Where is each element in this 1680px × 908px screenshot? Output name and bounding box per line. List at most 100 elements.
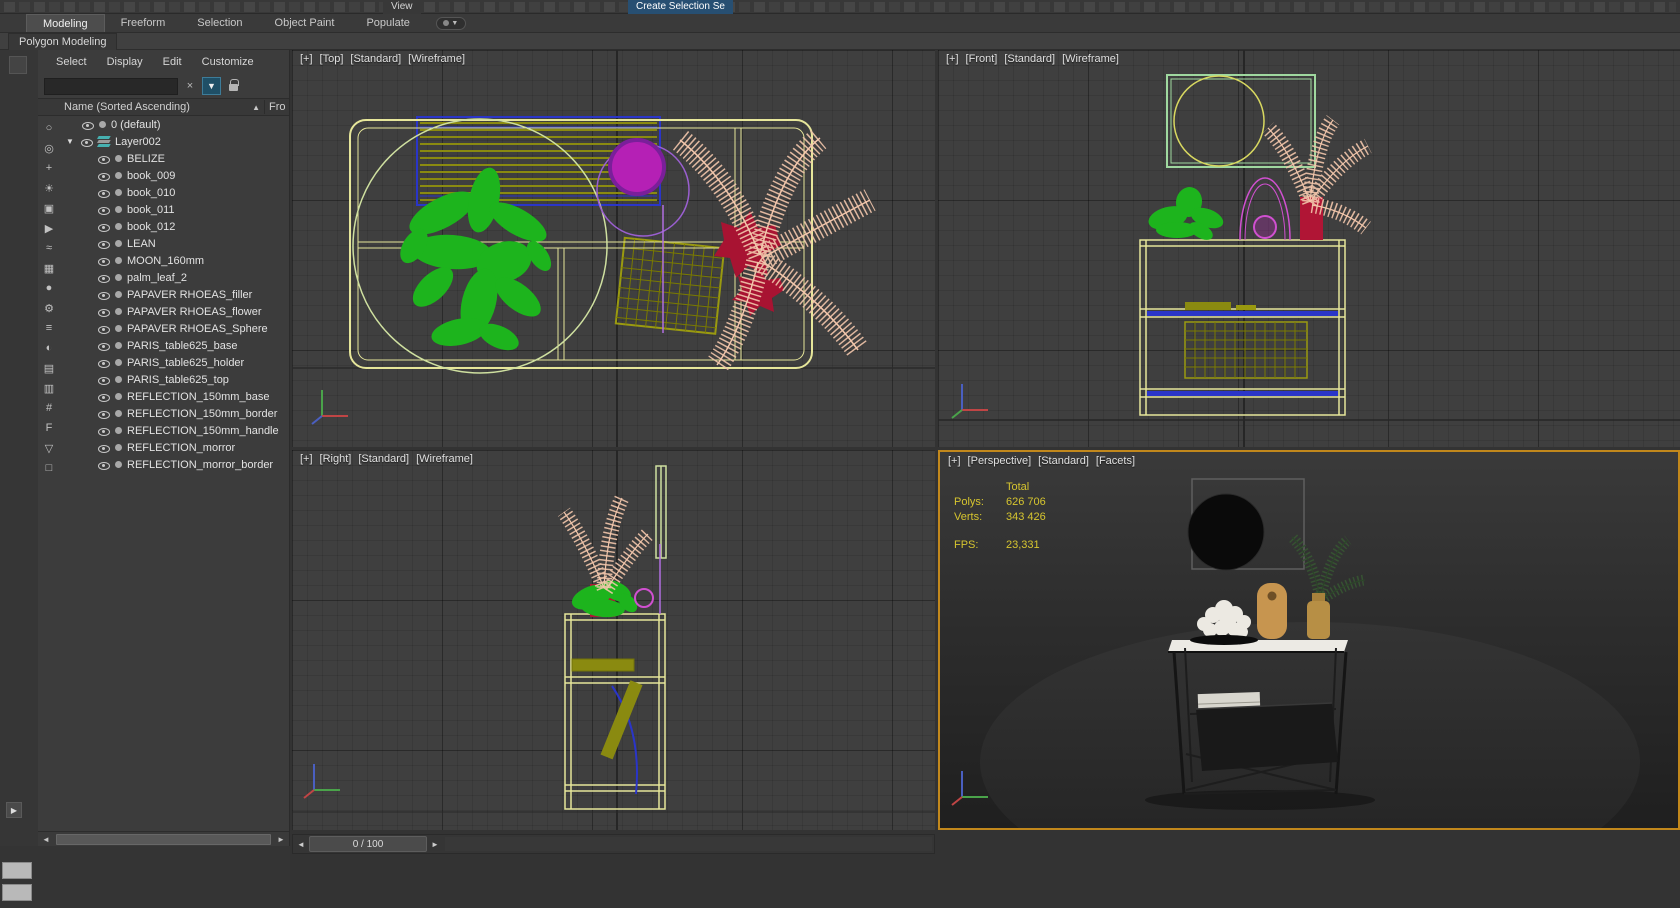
viewport-menu-shading[interactable]: [Wireframe] — [416, 453, 473, 465]
display-list-button[interactable]: ≡ — [40, 318, 59, 338]
visibility-eye-icon[interactable] — [98, 255, 110, 266]
time-slider-handle[interactable]: 0 / 100 — [309, 836, 427, 852]
visibility-eye-icon[interactable] — [98, 306, 110, 317]
visibility-eye-icon[interactable] — [98, 153, 110, 164]
mini-listener-box[interactable] — [2, 862, 32, 879]
display-all-button[interactable]: ○ — [40, 118, 59, 138]
visibility-eye-icon[interactable] — [98, 323, 110, 334]
menu-edit[interactable]: Edit — [163, 56, 182, 68]
visibility-eye-icon[interactable] — [81, 136, 93, 147]
visibility-eye-icon[interactable] — [98, 408, 110, 419]
scrollbar-thumb[interactable] — [56, 834, 271, 845]
object-row[interactable]: PAPAVER RHOEAS_filler — [60, 286, 289, 303]
object-row[interactable]: REFLECTION_morror — [60, 439, 289, 456]
display-settings-button[interactable]: ⚙ — [40, 298, 59, 318]
object-row[interactable]: book_012 — [60, 218, 289, 235]
display-particles-button[interactable]: ▦ — [40, 258, 59, 278]
display-shapes-button[interactable]: + — [40, 158, 59, 178]
viewport-menu-standard[interactable]: [Standard] — [1038, 455, 1089, 467]
layer-row[interactable]: 0 (default) — [60, 116, 289, 133]
viewport-menu-pov[interactable]: [Top] — [320, 53, 344, 65]
scroll-left-icon[interactable]: ◄ — [38, 832, 54, 847]
main-toolbar[interactable]: View Create Selection Se — [0, 0, 1680, 14]
display-filter-button[interactable]: ▽ — [40, 438, 59, 458]
object-row[interactable]: REFLECTION_150mm_handle — [60, 422, 289, 439]
display-bones-button[interactable]: ● — [40, 278, 59, 298]
object-row[interactable]: PAPAVER RHOEAS_flower — [60, 303, 289, 320]
search-input[interactable] — [44, 78, 178, 95]
view-dropdown[interactable]: View — [383, 0, 421, 14]
object-row[interactable]: PAPAVER RHOEAS_Sphere — [60, 320, 289, 337]
menu-customize[interactable]: Customize — [202, 56, 254, 68]
sort-ascending-icon[interactable]: ▲ — [248, 103, 264, 112]
viewport-menu-plus[interactable]: [+] — [300, 53, 313, 65]
viewport-menu-standard[interactable]: [Standard] — [1004, 53, 1055, 65]
viewport-top[interactable]: [+] [Top] [Standard] [Wireframe] — [292, 50, 935, 447]
object-row[interactable]: LEAN — [60, 235, 289, 252]
display-frozen-button[interactable]: ▤ — [40, 358, 59, 378]
object-row[interactable]: book_011 — [60, 201, 289, 218]
viewport-menu-plus[interactable]: [+] — [300, 453, 313, 465]
visibility-eye-icon[interactable] — [98, 204, 110, 215]
display-helpers-button[interactable]: ▶ — [40, 218, 59, 238]
tab-polygon-modeling[interactable]: Polygon Modeling — [8, 33, 117, 50]
viewport-menu-pov[interactable]: [Front] — [966, 53, 998, 65]
display-geometry-button[interactable]: ◎ — [40, 138, 59, 158]
next-frame-icon[interactable]: ► — [427, 835, 443, 853]
visibility-eye-icon[interactable] — [98, 187, 110, 198]
display-frozen-objects-button[interactable]: F — [40, 418, 59, 438]
visibility-eye-icon[interactable] — [98, 442, 110, 453]
tab-selection[interactable]: Selection — [181, 14, 258, 32]
menu-select[interactable]: Select — [56, 56, 87, 68]
selection-set-dropdown[interactable]: Create Selection Se — [628, 0, 733, 14]
ribbon-config-button[interactable]: ▼ — [436, 17, 466, 30]
display-grids-button[interactable]: # — [40, 398, 59, 418]
visibility-eye-icon[interactable] — [82, 119, 94, 130]
object-row[interactable]: palm_leaf_2 — [60, 269, 289, 286]
object-row[interactable]: MOON_160mm — [60, 252, 289, 269]
display-spacewarps-button[interactable]: ≈ — [40, 238, 59, 258]
lock-icon[interactable] — [229, 84, 238, 91]
viewport-menu-pov[interactable]: [Perspective] — [968, 455, 1032, 467]
filter-button[interactable]: ▼ — [202, 77, 221, 95]
visibility-eye-icon[interactable] — [98, 340, 110, 351]
object-row[interactable]: PARIS_table625_holder — [60, 354, 289, 371]
mini-listener-box[interactable] — [2, 884, 32, 901]
column-header[interactable]: Name (Sorted Ascending) ▲ Fro — [38, 98, 289, 116]
viewport-menu-shading[interactable]: [Facets] — [1096, 455, 1135, 467]
frozen-column-header[interactable]: Fro — [265, 101, 289, 113]
object-row[interactable]: BELIZE — [60, 150, 289, 167]
viewport-perspective[interactable]: [+] [Perspective] [Standard] [Facets] To… — [938, 450, 1680, 830]
tab-freeform[interactable]: Freeform — [105, 14, 182, 32]
main-toolbar-icons[interactable] — [4, 2, 1676, 12]
tab-modeling[interactable]: Modeling — [26, 14, 105, 32]
visibility-eye-icon[interactable] — [98, 357, 110, 368]
viewport-right[interactable]: [+] [Right] [Standard] [Wireframe] — [292, 450, 935, 830]
object-row[interactable]: REFLECTION_150mm_base — [60, 388, 289, 405]
visibility-eye-icon[interactable] — [98, 170, 110, 181]
name-column-header[interactable]: Name (Sorted Ascending) — [38, 101, 248, 113]
visibility-eye-icon[interactable] — [98, 459, 110, 470]
object-row[interactable]: PARIS_table625_base — [60, 337, 289, 354]
viewport-menu-standard[interactable]: [Standard] — [358, 453, 409, 465]
visibility-eye-icon[interactable] — [98, 391, 110, 402]
expand-panel-button[interactable]: ▶ — [6, 802, 22, 818]
visibility-eye-icon[interactable] — [98, 238, 110, 249]
viewport-front[interactable]: [+] [Front] [Standard] [Wireframe] — [938, 50, 1680, 447]
horizontal-scrollbar[interactable]: ◄ ► — [38, 831, 289, 846]
visibility-eye-icon[interactable] — [98, 272, 110, 283]
display-containers-button[interactable]: □ — [40, 458, 59, 478]
visibility-eye-icon[interactable] — [98, 374, 110, 385]
object-row[interactable]: REFLECTION_morror_border — [60, 456, 289, 473]
viewport-menu-plus[interactable]: [+] — [946, 53, 959, 65]
display-hidden-button[interactable]: ▥ — [40, 378, 59, 398]
display-lights-button[interactable]: ☀ — [40, 178, 59, 198]
object-row[interactable]: PARIS_table625_top — [60, 371, 289, 388]
object-row[interactable]: book_010 — [60, 184, 289, 201]
viewport-menu-shading[interactable]: [Wireframe] — [408, 53, 465, 65]
dock-tab[interactable] — [9, 56, 27, 74]
viewport-menu-standard[interactable]: [Standard] — [350, 53, 401, 65]
viewport-menu-pov[interactable]: [Right] — [320, 453, 352, 465]
menu-display[interactable]: Display — [107, 56, 143, 68]
display-materials-button[interactable]: ◐ — [40, 338, 59, 358]
